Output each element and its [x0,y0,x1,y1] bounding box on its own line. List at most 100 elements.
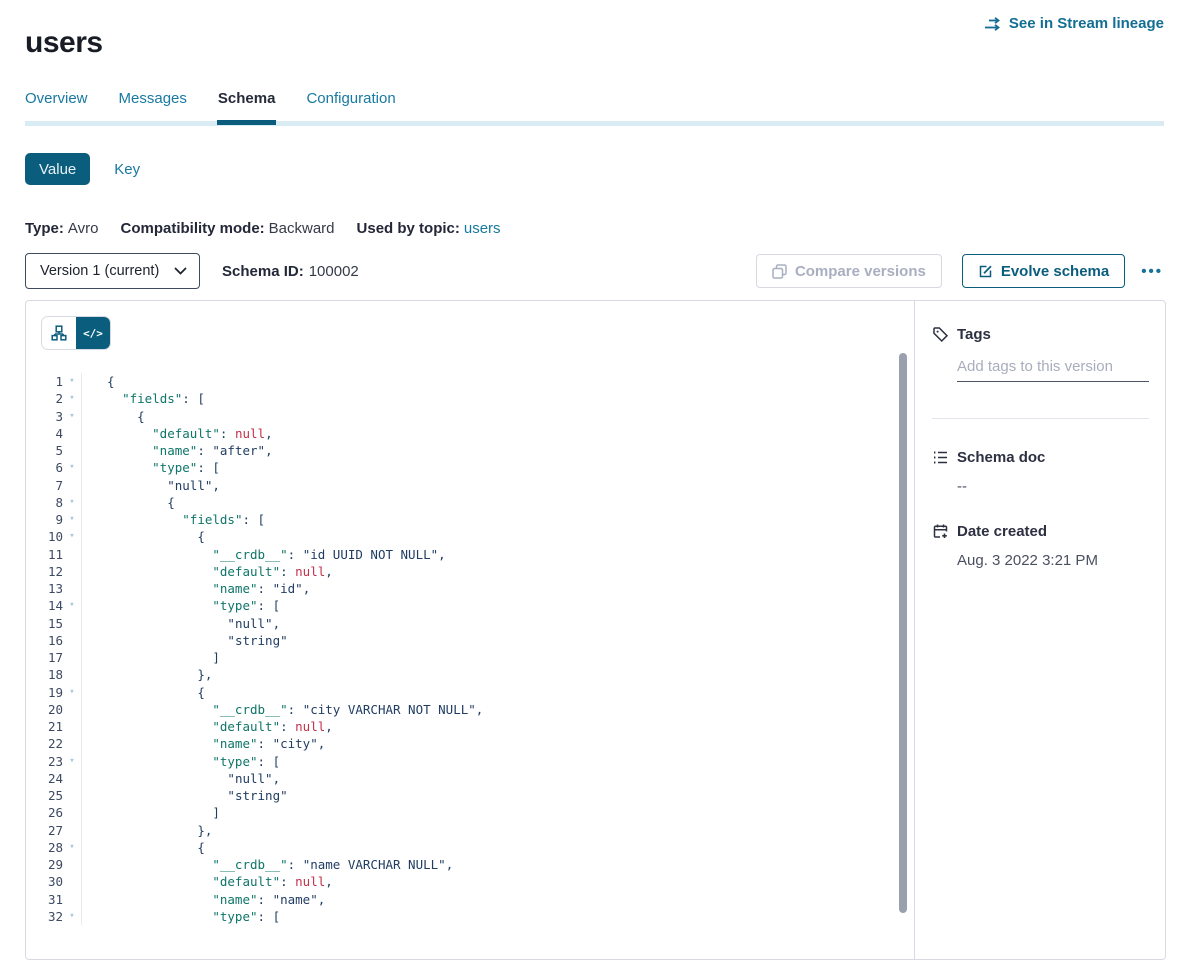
code-line: 23▾ "type": [ [26,753,914,770]
fold-spacer [63,891,81,908]
compatibility-field: Compatibility mode: Backward [120,220,334,237]
schema-meta-row: Type:Avro Compatibility mode: Backward Us… [25,220,501,237]
tab-bar: Overview Messages Schema Configuration [25,90,1164,120]
fold-arrow-icon[interactable]: ▾ [63,408,81,425]
sidebar-divider [932,418,1149,419]
code-text: "default": null, [81,425,273,442]
topic-link[interactable]: users [464,220,501,237]
stream-lineage-link[interactable]: See in Stream lineage [983,15,1164,32]
code-text: "fields": [ [81,390,205,407]
fold-spacer [63,546,81,563]
code-line: 29 "__crdb__": "name VARCHAR NULL", [26,856,914,873]
code-text: "__crdb__": "name VARCHAR NULL", [81,856,453,873]
fold-arrow-icon[interactable]: ▾ [63,597,81,614]
used-by-topic-field: Used by topic:users [357,220,501,237]
code-line: 20 "__crdb__": "city VARCHAR NOT NULL", [26,701,914,718]
code-text: "name": "after", [81,442,273,459]
line-number: 22 [26,735,63,752]
type-field: Type:Avro [25,220,98,237]
fold-spacer [63,873,81,890]
line-number: 27 [26,822,63,839]
fold-arrow-icon[interactable]: ▾ [63,908,81,925]
fold-spacer [63,856,81,873]
key-tab-button[interactable]: Key [114,161,140,178]
code-line: 6▾ "type": [ [26,459,914,476]
list-icon [932,449,949,466]
line-number: 12 [26,563,63,580]
code-lines: 1▾{2▾ "fields": [3▾ {4 "default": null,5… [26,373,914,925]
editor-view-toggle: </> [42,317,110,349]
schema-sidebar: Tags Schema doc -- Date created [914,301,1165,959]
line-number: 5 [26,442,63,459]
code-text: "string" [81,787,288,804]
calendar-plus-icon [932,523,949,540]
add-tags-input[interactable] [957,358,1149,382]
value-key-toggle: Value Key [25,153,140,185]
schema-doc-section-header: Schema doc [932,449,1149,466]
fold-arrow-icon[interactable]: ▾ [63,528,81,545]
type-value: Avro [68,220,99,237]
fold-arrow-icon[interactable]: ▾ [63,494,81,511]
code-text: { [81,839,205,856]
code-text: "name": "city", [81,735,325,752]
line-number: 11 [26,546,63,563]
code-text: "name": "id", [81,580,310,597]
date-created-value: Aug. 3 2022 3:21 PM [957,552,1149,569]
line-number: 21 [26,718,63,735]
compare-versions-button[interactable]: Compare versions [756,254,942,288]
code-text: { [81,684,205,701]
code-text: "type": [ [81,597,280,614]
evolve-schema-button[interactable]: Evolve schema [962,254,1125,288]
fold-arrow-icon[interactable]: ▾ [63,390,81,407]
fold-arrow-icon[interactable]: ▾ [63,511,81,528]
code-line: 16 "string" [26,632,914,649]
fold-spacer [63,735,81,752]
compare-versions-label: Compare versions [795,263,926,280]
code-line: 21 "default": null, [26,718,914,735]
fold-spacer [63,787,81,804]
line-number: 14 [26,597,63,614]
fold-spacer [63,632,81,649]
code-line: 14▾ "type": [ [26,597,914,614]
code-text: "fields": [ [81,511,265,528]
more-actions-button[interactable]: ••• [1141,263,1163,280]
code-line: 15 "null", [26,615,914,632]
code-text: "__crdb__": "city VARCHAR NOT NULL", [81,701,483,718]
code-text: "null", [81,770,280,787]
line-number: 26 [26,804,63,821]
tab-configuration[interactable]: Configuration [306,90,395,107]
fold-arrow-icon[interactable]: ▾ [63,459,81,476]
tree-view-button[interactable] [42,317,76,349]
code-text: { [81,373,115,390]
code-text: "default": null, [81,563,333,580]
vertical-scrollbar[interactable] [899,353,907,913]
compatibility-label: Compatibility mode: [120,220,264,237]
code-text: "null", [81,477,220,494]
code-line: 7 "null", [26,477,914,494]
code-line: 4 "default": null, [26,425,914,442]
fold-arrow-icon[interactable]: ▾ [63,684,81,701]
compare-versions-icon [772,264,787,279]
value-tab-button[interactable]: Value [25,153,90,185]
code-text: "name": "name", [81,891,325,908]
type-label: Type: [25,220,64,237]
tab-schema[interactable]: Schema [218,90,276,107]
code-line: 18 }, [26,666,914,683]
fold-spacer [63,770,81,787]
tab-overview[interactable]: Overview [25,90,88,107]
tab-messages[interactable]: Messages [119,90,187,107]
compatibility-value: Backward [269,220,335,237]
code-area[interactable]: 1▾{2▾ "fields": [3▾ {4 "default": null,5… [26,373,914,959]
code-view-button[interactable]: </> [76,317,110,349]
tabs: Overview Messages Schema Configuration [25,90,1164,120]
fold-arrow-icon[interactable]: ▾ [63,373,81,390]
version-select[interactable]: Version 1 (current) [25,253,200,289]
chevron-down-icon [174,267,187,276]
line-number: 9 [26,511,63,528]
fold-arrow-icon[interactable]: ▾ [63,753,81,770]
code-text: "null", [81,615,280,632]
line-number: 30 [26,873,63,890]
line-number: 18 [26,666,63,683]
schema-editor: </> 1▾{2▾ "fields": [3▾ {4 "default": nu… [26,301,914,959]
fold-arrow-icon[interactable]: ▾ [63,839,81,856]
